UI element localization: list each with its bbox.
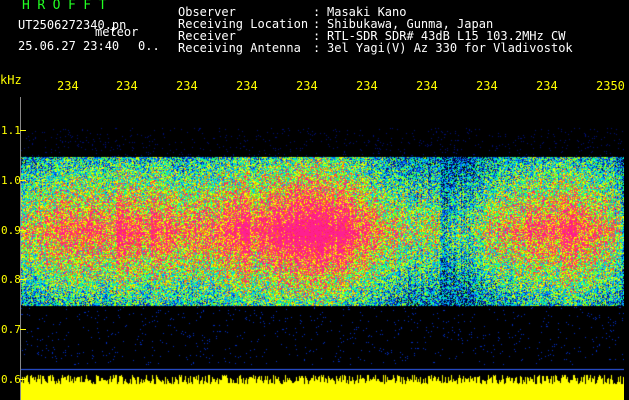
antenna-colon: : <box>313 41 321 55</box>
freq-tick: 1.0 <box>1 174 21 187</box>
date-time: 25.06.27 23:40 <box>18 39 120 53</box>
freq-tick: 0.6 <box>1 373 21 386</box>
spectrogram-image <box>20 97 624 400</box>
freq-tick-mark <box>20 230 26 231</box>
time-tick: 234 <box>57 79 79 93</box>
axis-unit-label: kHz <box>0 73 22 87</box>
freq-tick: 0.7 <box>1 323 21 336</box>
time-tick: 234 <box>176 79 198 93</box>
progress-text: 0.. <box>138 39 160 53</box>
time-tick: 234 <box>536 79 558 93</box>
freq-tick-mark <box>20 130 26 131</box>
freq-tick-mark <box>20 279 26 280</box>
time-tick: 2350 <box>596 79 625 93</box>
freq-tick: 0.8 <box>1 273 21 286</box>
app-title: HROFFT <box>22 0 114 13</box>
time-tick: 234 <box>116 79 138 93</box>
freq-tick: 0.9 <box>1 224 21 237</box>
freq-tick-mark <box>20 379 26 380</box>
freq-tick: 1.1 <box>1 124 21 137</box>
time-tick: 234 <box>356 79 378 93</box>
plot-frame <box>20 97 21 400</box>
freq-tick-mark <box>20 180 26 181</box>
antenna-value: 3el Yagi(V) Az 330 for Vladivostok <box>327 41 573 55</box>
time-tick: 234 <box>236 79 258 93</box>
time-tick: 234 <box>476 79 498 93</box>
antenna-label: Receiving Antenna <box>178 41 301 55</box>
freq-tick-mark <box>20 329 26 330</box>
file-tag: meteor <box>95 25 139 39</box>
time-tick: 234 <box>296 79 318 93</box>
time-tick: 234 <box>416 79 438 93</box>
